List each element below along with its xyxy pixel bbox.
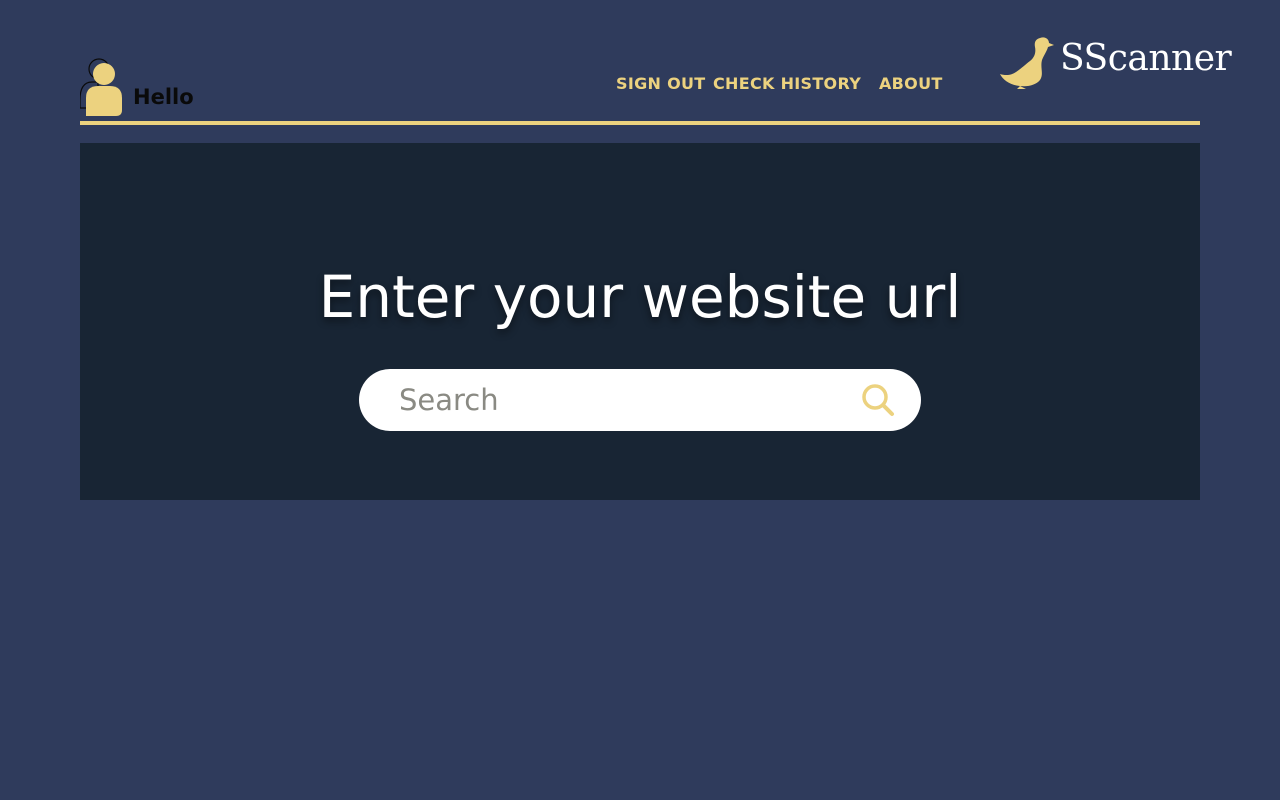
brand-logo[interactable]: SScanner [1000, 32, 1232, 92]
header-divider [80, 121, 1200, 125]
duck-icon [1000, 37, 1054, 89]
check-history-link[interactable]: CHECK HISTORY [713, 74, 861, 93]
search-icon[interactable] [861, 383, 895, 417]
greeting-text: Hello [133, 85, 194, 109]
header: Hello SIGN OUT CHECK HISTORY ABOUT SScan… [80, 0, 1232, 126]
sign-out-link[interactable]: SIGN OUT [616, 74, 705, 93]
hero-panel: Enter your website url [80, 143, 1200, 500]
about-link[interactable]: ABOUT [879, 74, 943, 93]
user-greeting: Hello [80, 58, 220, 118]
brand-name: SScanner [1060, 38, 1232, 79]
page: Hello SIGN OUT CHECK HISTORY ABOUT SScan… [0, 0, 1280, 800]
user-silhouette-icon [80, 58, 122, 116]
search-input[interactable] [399, 381, 829, 419]
search-bar [359, 369, 921, 431]
hero-title: Enter your website url [318, 263, 962, 331]
